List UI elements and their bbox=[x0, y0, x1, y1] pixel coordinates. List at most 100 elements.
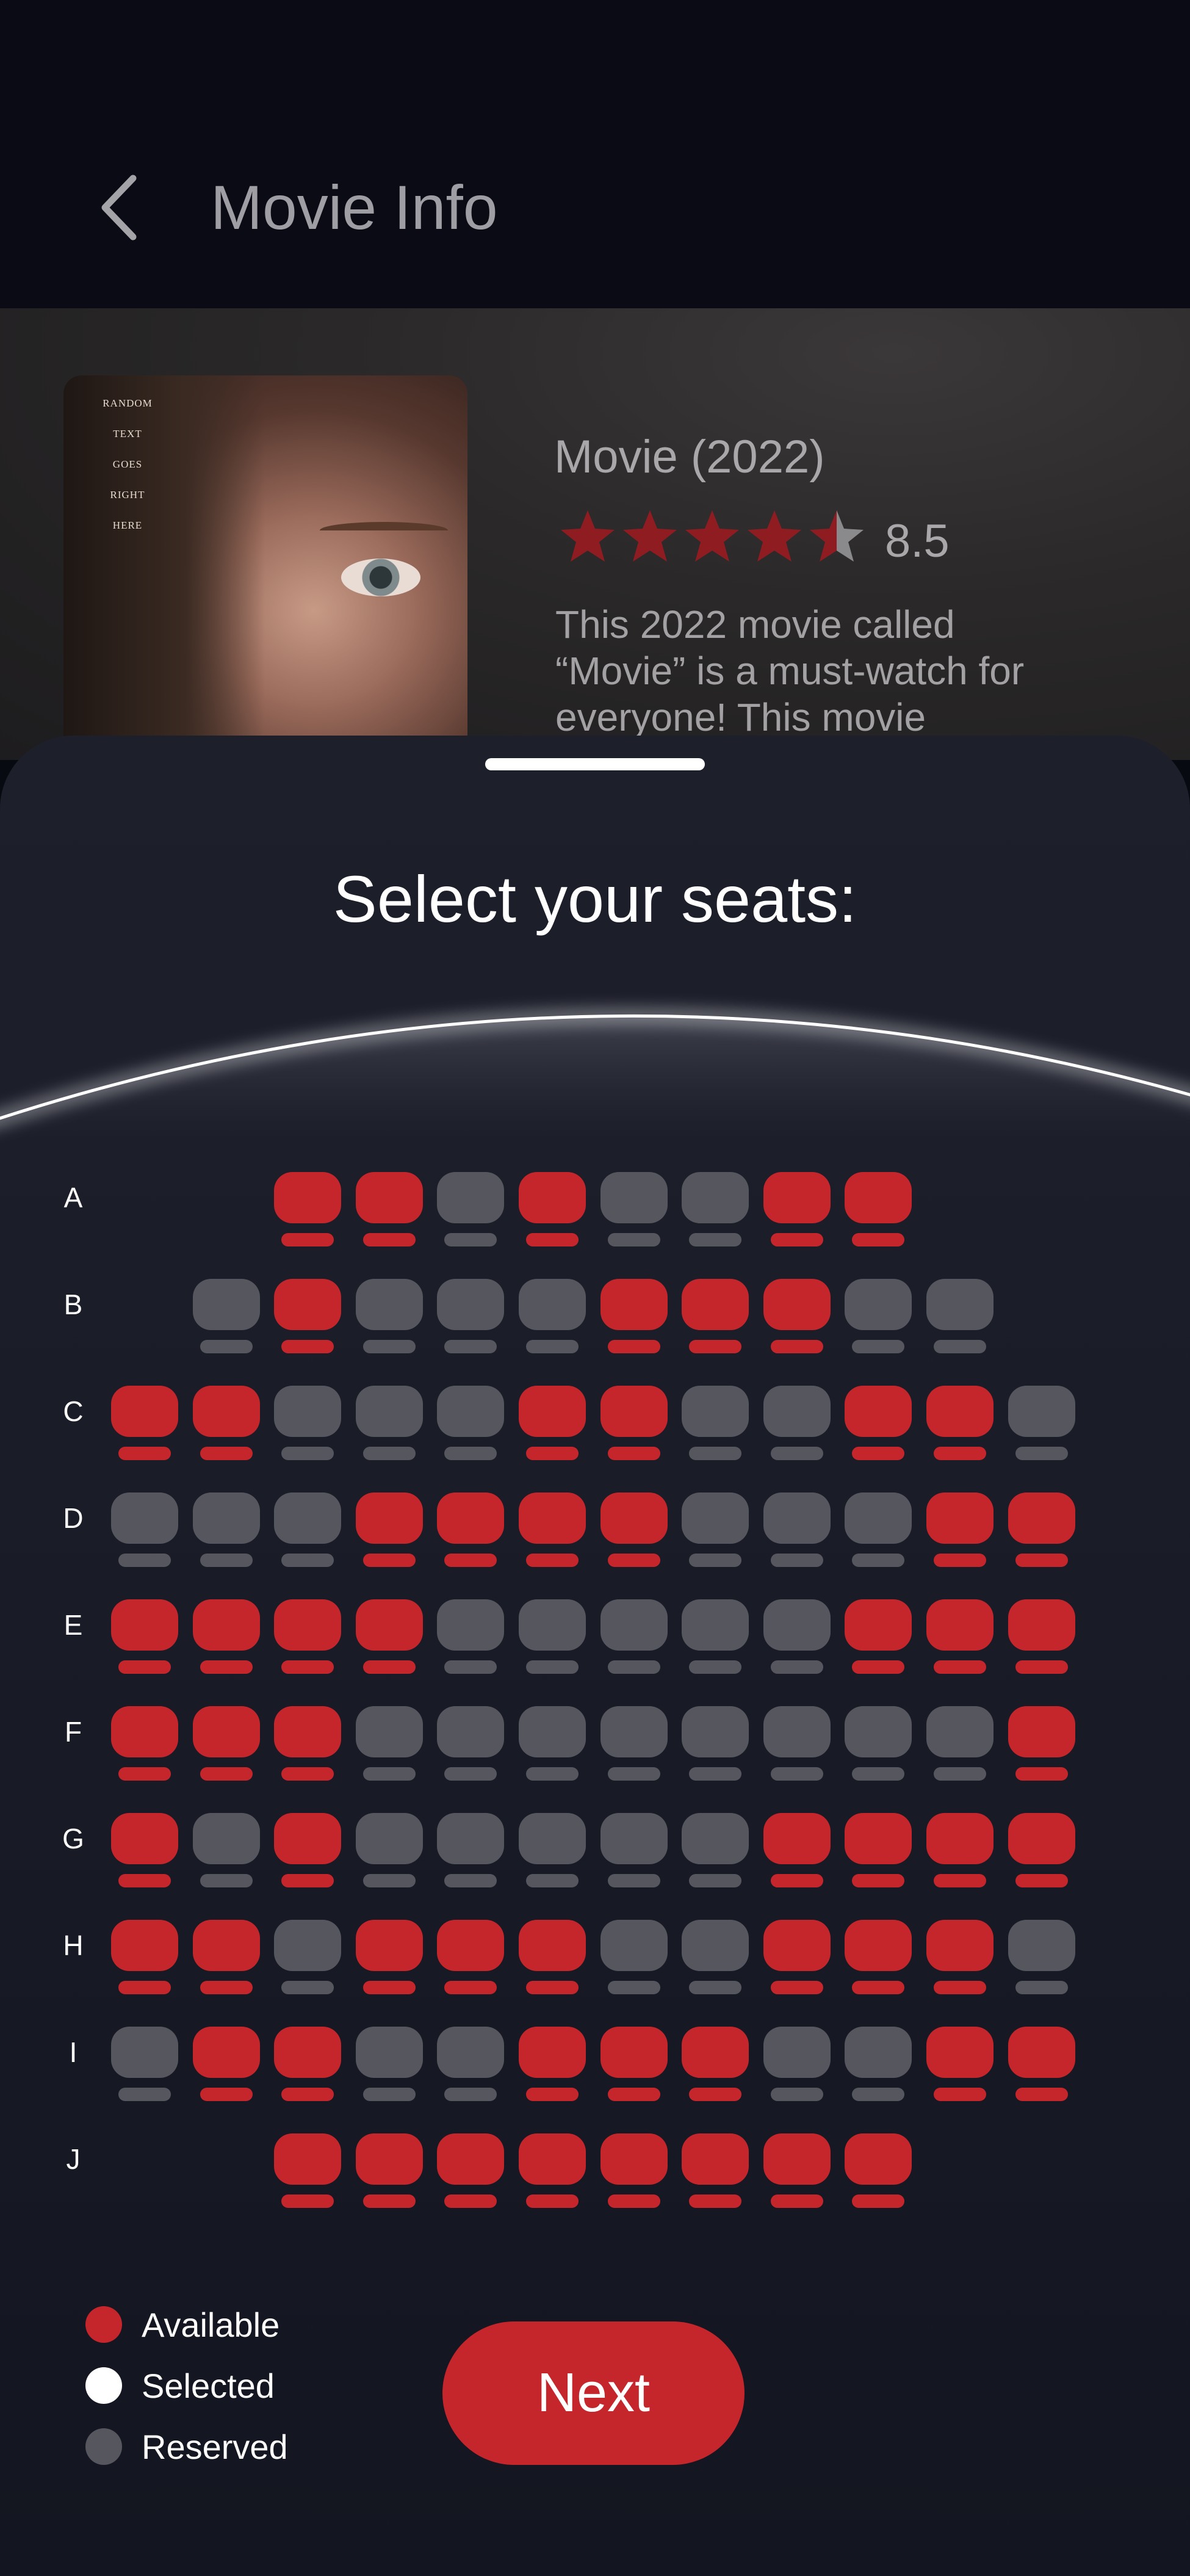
seat-E2[interactable] bbox=[193, 1599, 260, 1679]
seat-D2[interactable] bbox=[193, 1492, 260, 1572]
seat-A6[interactable] bbox=[519, 1172, 586, 1251]
seat-B2[interactable] bbox=[193, 1279, 260, 1358]
seat-F1[interactable] bbox=[111, 1706, 178, 1785]
seat-G3[interactable] bbox=[274, 1813, 341, 1892]
back-button[interactable] bbox=[92, 171, 146, 244]
seat-I6[interactable] bbox=[519, 2027, 586, 2106]
seat-J8[interactable] bbox=[682, 2133, 749, 2213]
seat-G10[interactable] bbox=[845, 1813, 912, 1892]
seat-H2[interactable] bbox=[193, 1920, 260, 1999]
seat-B6[interactable] bbox=[519, 1279, 586, 1358]
seat-D10[interactable] bbox=[845, 1492, 912, 1572]
seat-C11[interactable] bbox=[926, 1386, 993, 1465]
seat-C5[interactable] bbox=[437, 1386, 504, 1465]
seat-H4[interactable] bbox=[356, 1920, 423, 1999]
seat-I7[interactable] bbox=[600, 2027, 668, 2106]
seat-D4[interactable] bbox=[356, 1492, 423, 1572]
seat-I2[interactable] bbox=[193, 2027, 260, 2106]
seat-H1[interactable] bbox=[111, 1920, 178, 1999]
seat-F8[interactable] bbox=[682, 1706, 749, 1785]
seat-E11[interactable] bbox=[926, 1599, 993, 1679]
seat-F2[interactable] bbox=[193, 1706, 260, 1785]
seat-E4[interactable] bbox=[356, 1599, 423, 1679]
seat-I12[interactable] bbox=[1008, 2027, 1075, 2106]
seat-J3[interactable] bbox=[274, 2133, 341, 2213]
seat-I3[interactable] bbox=[274, 2027, 341, 2106]
seat-E5[interactable] bbox=[437, 1599, 504, 1679]
seat-H3[interactable] bbox=[274, 1920, 341, 1999]
seat-B8[interactable] bbox=[682, 1279, 749, 1358]
seat-F9[interactable] bbox=[763, 1706, 831, 1785]
seat-C3[interactable] bbox=[274, 1386, 341, 1465]
seat-G6[interactable] bbox=[519, 1813, 586, 1892]
seat-G4[interactable] bbox=[356, 1813, 423, 1892]
seat-D11[interactable] bbox=[926, 1492, 993, 1572]
seat-A4[interactable] bbox=[356, 1172, 423, 1251]
seat-F3[interactable] bbox=[274, 1706, 341, 1785]
seat-I11[interactable] bbox=[926, 2027, 993, 2106]
seat-A10[interactable] bbox=[845, 1172, 912, 1251]
seat-E10[interactable] bbox=[845, 1599, 912, 1679]
seat-A5[interactable] bbox=[437, 1172, 504, 1251]
seat-B7[interactable] bbox=[600, 1279, 668, 1358]
seat-I5[interactable] bbox=[437, 2027, 504, 2106]
seat-E6[interactable] bbox=[519, 1599, 586, 1679]
seat-F5[interactable] bbox=[437, 1706, 504, 1785]
seat-E7[interactable] bbox=[600, 1599, 668, 1679]
seat-B9[interactable] bbox=[763, 1279, 831, 1358]
seat-C2[interactable] bbox=[193, 1386, 260, 1465]
seat-J7[interactable] bbox=[600, 2133, 668, 2213]
seat-G8[interactable] bbox=[682, 1813, 749, 1892]
seat-G1[interactable] bbox=[111, 1813, 178, 1892]
seat-B11[interactable] bbox=[926, 1279, 993, 1358]
seat-F6[interactable] bbox=[519, 1706, 586, 1785]
seat-C9[interactable] bbox=[763, 1386, 831, 1465]
seat-C7[interactable] bbox=[600, 1386, 668, 1465]
seat-I9[interactable] bbox=[763, 2027, 831, 2106]
seat-G2[interactable] bbox=[193, 1813, 260, 1892]
seat-C6[interactable] bbox=[519, 1386, 586, 1465]
seat-H9[interactable] bbox=[763, 1920, 831, 1999]
seat-I1[interactable] bbox=[111, 2027, 178, 2106]
seat-A3[interactable] bbox=[274, 1172, 341, 1251]
seat-F12[interactable] bbox=[1008, 1706, 1075, 1785]
sheet-drag-handle[interactable] bbox=[485, 758, 705, 770]
seat-G11[interactable] bbox=[926, 1813, 993, 1892]
seat-D5[interactable] bbox=[437, 1492, 504, 1572]
seat-G7[interactable] bbox=[600, 1813, 668, 1892]
seat-H7[interactable] bbox=[600, 1920, 668, 1999]
seat-C4[interactable] bbox=[356, 1386, 423, 1465]
seat-F10[interactable] bbox=[845, 1706, 912, 1785]
seat-H5[interactable] bbox=[437, 1920, 504, 1999]
seat-E8[interactable] bbox=[682, 1599, 749, 1679]
seat-J10[interactable] bbox=[845, 2133, 912, 2213]
seat-A7[interactable] bbox=[600, 1172, 668, 1251]
seat-J4[interactable] bbox=[356, 2133, 423, 2213]
seat-F11[interactable] bbox=[926, 1706, 993, 1785]
seat-G5[interactable] bbox=[437, 1813, 504, 1892]
seat-C8[interactable] bbox=[682, 1386, 749, 1465]
seat-I8[interactable] bbox=[682, 2027, 749, 2106]
seat-E3[interactable] bbox=[274, 1599, 341, 1679]
seat-C1[interactable] bbox=[111, 1386, 178, 1465]
seat-G12[interactable] bbox=[1008, 1813, 1075, 1892]
seat-D7[interactable] bbox=[600, 1492, 668, 1572]
seat-E12[interactable] bbox=[1008, 1599, 1075, 1679]
seat-H11[interactable] bbox=[926, 1920, 993, 1999]
seat-D6[interactable] bbox=[519, 1492, 586, 1572]
seat-C10[interactable] bbox=[845, 1386, 912, 1465]
seat-D12[interactable] bbox=[1008, 1492, 1075, 1572]
seat-D9[interactable] bbox=[763, 1492, 831, 1572]
seat-B4[interactable] bbox=[356, 1279, 423, 1358]
seat-D8[interactable] bbox=[682, 1492, 749, 1572]
seat-J6[interactable] bbox=[519, 2133, 586, 2213]
seat-H6[interactable] bbox=[519, 1920, 586, 1999]
seat-E1[interactable] bbox=[111, 1599, 178, 1679]
next-button[interactable]: Next bbox=[442, 2321, 745, 2465]
seat-B10[interactable] bbox=[845, 1279, 912, 1358]
seat-A8[interactable] bbox=[682, 1172, 749, 1251]
seat-A9[interactable] bbox=[763, 1172, 831, 1251]
seat-D1[interactable] bbox=[111, 1492, 178, 1572]
seat-H12[interactable] bbox=[1008, 1920, 1075, 1999]
seat-B5[interactable] bbox=[437, 1279, 504, 1358]
